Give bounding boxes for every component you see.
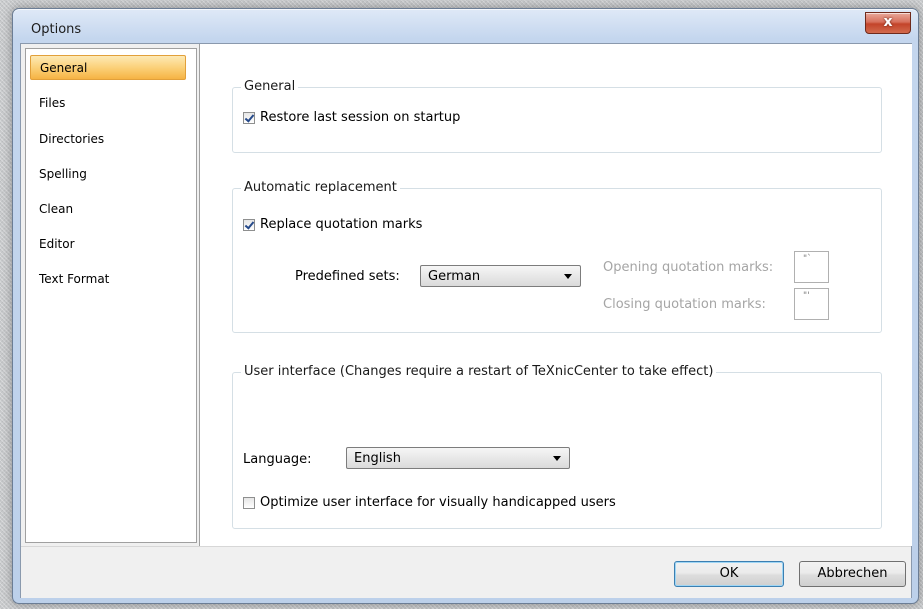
user-interface-group: User interface (Changes require a restar…: [232, 364, 882, 529]
chevron-down-icon: [553, 456, 561, 461]
predefined-sets-dropdown[interactable]: German: [420, 265, 581, 287]
predefined-sets-label: Predefined sets:: [295, 269, 400, 284]
dialog-footer: OK Abbrechen: [21, 546, 911, 598]
language-value: English: [354, 451, 401, 466]
restore-session-label: Restore last session on startup: [260, 110, 461, 125]
nav-item-general[interactable]: General: [30, 55, 186, 80]
title-bar[interactable]: Options x: [13, 9, 918, 43]
replace-quotes-label: Replace quotation marks: [260, 217, 423, 232]
replacement-group: Automatic replacement Replace quotation …: [232, 180, 882, 333]
chevron-down-icon: [564, 274, 572, 279]
user-interface-group-title: User interface (Changes require a restar…: [241, 364, 717, 379]
nav-item-files[interactable]: Files: [30, 91, 186, 116]
close-icon: x: [883, 14, 893, 30]
nav-item-directories[interactable]: Directories: [30, 127, 186, 152]
general-group-title: General: [241, 79, 299, 94]
dialog-client-area: General Files Directories Spelling Clean…: [20, 43, 912, 598]
options-dialog: Options x General Files Directories Spel…: [12, 8, 919, 604]
settings-panel: General Restore last session on startup …: [199, 44, 912, 546]
language-label: Language:: [243, 452, 312, 467]
nav-item-editor[interactable]: Editor: [30, 232, 186, 257]
closing-quotes-field[interactable]: "': [794, 288, 829, 320]
nav-item-clean[interactable]: Clean: [30, 197, 186, 222]
language-dropdown[interactable]: English: [346, 447, 570, 469]
nav-item-text-format[interactable]: Text Format: [30, 267, 186, 292]
closing-quotes-label: Closing quotation marks:: [603, 297, 766, 312]
close-button[interactable]: x: [865, 12, 911, 34]
nav-item-spelling[interactable]: Spelling: [30, 162, 186, 187]
restore-session-checkbox[interactable]: [243, 111, 255, 124]
cancel-button[interactable]: Abbrechen: [799, 561, 906, 587]
restore-session-option[interactable]: Restore last session on startup: [243, 110, 460, 125]
closing-quotes-value: "': [803, 291, 810, 301]
general-group: General Restore last session on startup: [232, 79, 882, 153]
replace-quotes-option[interactable]: Replace quotation marks: [243, 217, 422, 232]
optimize-ui-option[interactable]: Optimize user interface for visually han…: [243, 495, 616, 510]
opening-quotes-value: "`: [803, 254, 812, 264]
category-list: General Files Directories Spelling Clean…: [25, 48, 197, 543]
replacement-group-title: Automatic replacement: [241, 180, 400, 195]
optimize-ui-checkbox[interactable]: [243, 496, 255, 509]
dialog-title: Options: [31, 22, 82, 37]
opening-quotes-field[interactable]: "`: [794, 251, 829, 283]
optimize-ui-label: Optimize user interface for visually han…: [260, 495, 616, 510]
ok-button[interactable]: OK: [674, 561, 784, 587]
opening-quotes-label: Opening quotation marks:: [603, 260, 774, 275]
predefined-sets-value: German: [428, 269, 481, 284]
replace-quotes-checkbox[interactable]: [243, 218, 255, 231]
